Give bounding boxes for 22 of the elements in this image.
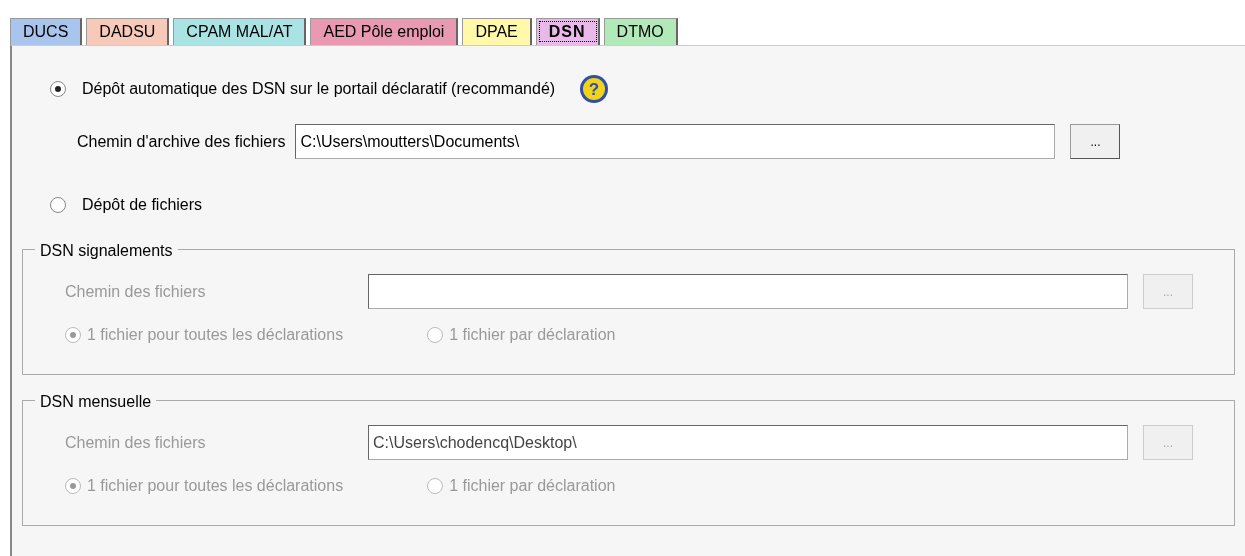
tab[interactable]: CPAM MAL/AT [173, 18, 307, 45]
browse-button[interactable]: ... [1070, 124, 1121, 159]
help-icon[interactable]: ? [579, 74, 610, 104]
tab[interactable]: DPAE [462, 18, 532, 45]
field-label: Chemin d'archive des fichiers [77, 131, 286, 152]
radio-label: 1 fichier pour toutes les déclarations [87, 476, 344, 496]
tab[interactable]: DADSU [86, 18, 170, 45]
path-field: C:\Users\chodencq\Desktop\ [368, 425, 1128, 460]
radio-label: Dépôt automatique des DSN sur le portail déclaratif (recommandé) [82, 79, 556, 99]
radio-label: 1 fichier pour toutes les déclarations [87, 325, 344, 345]
radio-button[interactable] [50, 81, 66, 97]
path-field[interactable]: C:\Users\moutters\Documents\ [295, 124, 1056, 159]
tab[interactable]: DSN [535, 18, 600, 45]
field-label: Chemin des fichiers [65, 432, 207, 453]
radio-label: 1 fichier par déclaration [449, 476, 616, 496]
radio-label: 1 fichier par déclaration [449, 325, 616, 345]
radio-button[interactable] [50, 197, 66, 213]
field-label: Chemin des fichiers [65, 281, 207, 302]
tab[interactable]: DTMO [603, 18, 678, 45]
radio-label: Dépôt de fichiers [82, 195, 203, 215]
tab[interactable]: AED Pôle emploi [310, 18, 459, 45]
tab[interactable]: DUCS [10, 18, 83, 45]
